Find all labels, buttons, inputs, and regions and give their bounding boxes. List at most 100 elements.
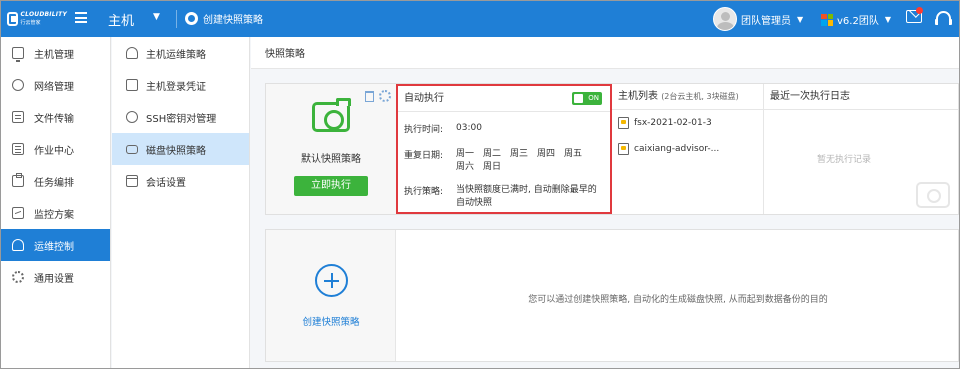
gear-icon (12, 271, 24, 283)
sidebar-item-file-transfer[interactable]: 文件传输 (1, 101, 110, 133)
chevron-down-icon: ▼ (797, 14, 804, 24)
chevron-down-icon[interactable]: ▼ (153, 12, 160, 22)
job-icon (12, 143, 24, 155)
delete-icon[interactable] (365, 91, 374, 102)
day-item: 周二 (483, 149, 502, 159)
sidebar-item-ops-control[interactable]: 运维控制 (1, 229, 110, 261)
create-policy-card: 创建快照策略 您可以通过创建快照策略, 自动化的生成磁盘快照, 从而起到数据备份… (265, 229, 959, 362)
sub-navigation: 主机运维策略 主机登录凭证 SSH密钥对管理 磁盘快照策略 会话设置 (112, 37, 250, 368)
team-switcher[interactable]: v6.2团队 ▼ (821, 12, 891, 27)
main-sidebar: 主机管理 网络管理 文件传输 作业中心 任务编排 监控方案 运维控制 通用设置 (1, 37, 111, 368)
window-icon (126, 175, 138, 187)
execute-time-label: 执行时间: (404, 125, 444, 135)
subnav-item-label: 会话设置 (146, 177, 186, 189)
shield-icon (126, 47, 138, 59)
logo-icon (7, 12, 18, 26)
file-transfer-icon (12, 111, 24, 123)
task-icon (12, 173, 24, 187)
day-item: 周六 (456, 162, 475, 172)
day-item: 周一 (456, 149, 475, 159)
strategy-label: 执行策略: (404, 187, 444, 197)
create-snapshot-policy-button[interactable]: 创建快照策略 (185, 11, 263, 26)
host-list-title: 主机列表 (618, 91, 658, 102)
sidebar-item-label: 作业中心 (34, 145, 74, 157)
logs-title: 最近一次执行日志 (764, 84, 958, 110)
plus-icon (315, 264, 348, 297)
logo-subtext: 行云管家 (20, 20, 41, 26)
camera-icon (916, 182, 950, 208)
sidebar-item-job-center[interactable]: 作业中心 (1, 133, 110, 165)
linux-host-icon (618, 117, 629, 129)
day-item: 周日 (483, 162, 502, 172)
shield-icon (12, 239, 24, 251)
auto-execute-title: 自动执行 (404, 93, 444, 104)
divider (176, 10, 177, 28)
top-bar: CLOUDBILITY 行云管家 主机 ▼ 创建快照策略 团队管理员 ▼ v6.… (1, 1, 959, 37)
linux-host-icon (618, 143, 629, 155)
main-content: 快照策略 默认快照策略 立即执行 自动执行 ON 执行时间: 03:00 重复日… (251, 37, 959, 368)
sidebar-item-label: 网络管理 (34, 81, 74, 93)
subnav-item-host-ops-policy[interactable]: 主机运维策略 (112, 37, 249, 69)
team-icon (821, 13, 833, 26)
host-name: caixiang-advisor-... (634, 144, 720, 154)
execute-time-value: 03:00 (456, 123, 482, 133)
page-title: 快照策略 (251, 37, 959, 69)
subnav-item-disk-snapshot-policy[interactable]: 磁盘快照策略 (112, 133, 249, 165)
sidebar-item-label: 通用设置 (34, 273, 74, 285)
repeat-days-label: 重复日期: (404, 151, 444, 161)
subnav-item-ssh-keys[interactable]: SSH密钥对管理 (112, 101, 249, 133)
monitor-icon (12, 47, 24, 62)
policy-summary: 默认快照策略 立即执行 (266, 84, 396, 214)
subnav-item-label: 磁盘快照策略 (146, 145, 206, 157)
subnav-item-label: 主机运维策略 (146, 49, 206, 61)
gear-icon[interactable] (379, 90, 391, 102)
host-list-count: (2台云主机, 3块磁盘) (661, 92, 739, 101)
sidebar-item-label: 监控方案 (34, 209, 74, 221)
subnav-item-session-settings[interactable]: 会话设置 (112, 165, 249, 197)
chevron-down-icon: ▼ (884, 15, 891, 24)
last-execution-log-panel: 最近一次执行日志 暂无执行记录 (764, 84, 958, 214)
notification-badge (916, 7, 923, 14)
camera-icon (312, 98, 351, 132)
team-name: v6.2团队 (837, 16, 879, 27)
sidebar-item-label: 运维控制 (34, 241, 74, 253)
auto-execute-panel: 自动执行 ON 执行时间: 03:00 重复日期: 周一 周二 周三 周四 周五… (396, 84, 612, 214)
sidebar-item-label: 任务编排 (34, 177, 74, 189)
sidebar-item-network-management[interactable]: 网络管理 (1, 69, 110, 101)
empty-log-text: 暂无执行记录 (816, 155, 871, 165)
sidebar-item-monitoring[interactable]: 监控方案 (1, 197, 110, 229)
day-item: 周三 (510, 149, 529, 159)
sidebar-item-label: 主机管理 (34, 49, 74, 61)
disk-icon (126, 144, 138, 154)
menu-icon[interactable] (75, 12, 87, 23)
logo-text: CLOUDBILITY (20, 11, 67, 18)
sidebar-item-host-management[interactable]: 主机管理 (1, 37, 110, 69)
list-item[interactable]: fsx-2021-02-01-3 (612, 110, 763, 136)
subnav-item-label: SSH密钥对管理 (146, 113, 217, 125)
host-name: fsx-2021-02-01-3 (634, 118, 712, 128)
create-policy-label: 创建快照策略 (302, 317, 360, 328)
cloudbility-logo[interactable]: CLOUDBILITY 行云管家 (7, 6, 67, 32)
auto-execute-toggle[interactable]: ON (572, 92, 602, 105)
support-headset-icon[interactable] (935, 11, 952, 25)
day-item: 周五 (564, 149, 583, 159)
policy-name: 默认快照策略 (301, 154, 361, 165)
key-icon (126, 111, 138, 123)
create-policy-button[interactable]: 创建快照策略 (266, 230, 396, 361)
sidebar-item-label: 文件传输 (34, 113, 74, 125)
user-menu[interactable]: 团队管理员 ▼ (713, 7, 803, 31)
day-item: 周四 (537, 149, 556, 159)
snapshot-icon (185, 12, 198, 25)
sidebar-item-general-settings[interactable]: 通用设置 (1, 261, 110, 293)
strategy-value: 当快照额度已满时, 自动删除最早的自动快照 (456, 185, 597, 208)
network-icon (12, 79, 24, 91)
list-item[interactable]: caixiang-advisor-... (612, 136, 763, 162)
subnav-item-login-credentials[interactable]: 主机登录凭证 (112, 69, 249, 101)
sidebar-item-task-orchestration[interactable]: 任务编排 (1, 165, 110, 197)
host-list-panel: 主机列表 (2台云主机, 3块磁盘) fsx-2021-02-01-3 caix… (612, 84, 764, 214)
create-snapshot-policy-label: 创建快照策略 (203, 15, 263, 26)
create-policy-description: 您可以通过创建快照策略, 自动化的生成磁盘快照, 从而起到数据备份的目的 (528, 295, 828, 305)
chart-icon (12, 207, 24, 219)
module-title[interactable]: 主机 (108, 10, 134, 29)
run-now-button[interactable]: 立即执行 (294, 176, 368, 196)
